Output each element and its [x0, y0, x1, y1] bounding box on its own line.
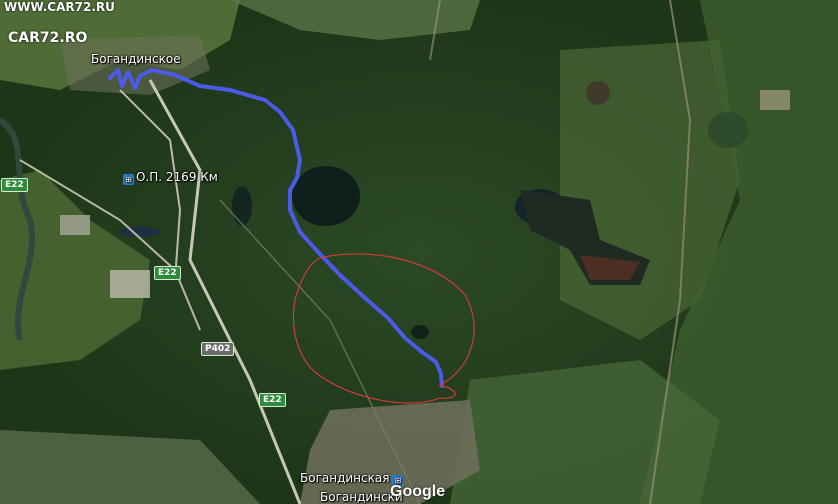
search-area-circle — [292, 253, 475, 404]
road-shield-e22: E22 — [1, 178, 28, 192]
station-name: О.П. 2169 Км — [136, 170, 218, 184]
satellite-map[interactable]: WWW.CAR72.RU CAR72.RO Богандинское ⊞ О.П.… — [0, 0, 838, 504]
train-station-icon: ⊞ — [123, 174, 134, 185]
google-attribution: Google — [390, 483, 446, 500]
station-name: Богандинская — [300, 471, 390, 485]
overlay-layer — [108, 68, 475, 404]
route-line[interactable] — [108, 68, 444, 388]
road-shield-e22: E22 — [259, 393, 286, 407]
place-label-village-top[interactable]: Богандинское — [91, 52, 181, 66]
road-shield-p402: P402 — [201, 342, 235, 356]
watermark-logo: CAR72.RO — [8, 30, 88, 46]
watermark-url: WWW.CAR72.RU — [4, 0, 115, 14]
station-label-top[interactable]: ⊞ О.П. 2169 Км — [123, 170, 218, 185]
road-shield-e22: E22 — [154, 266, 181, 280]
